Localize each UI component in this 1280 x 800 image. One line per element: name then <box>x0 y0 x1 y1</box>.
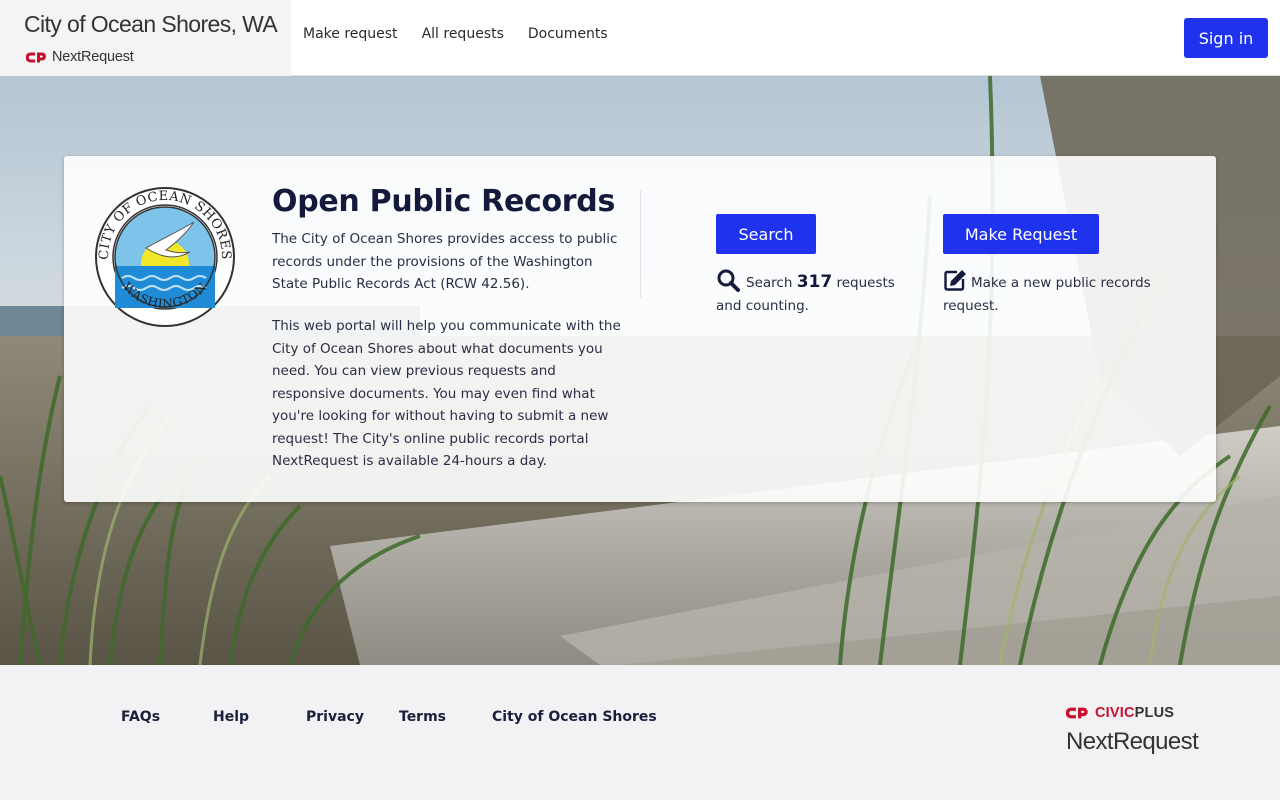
search-text-before: Search <box>746 275 793 291</box>
nav-documents[interactable]: Documents <box>528 26 608 42</box>
make-request-text: Make a new public records request. <box>943 275 1151 314</box>
civicplus-logo-icon <box>1066 707 1088 719</box>
edit-icon <box>944 270 966 291</box>
brand-block[interactable]: City of Ocean Shores, WA NextRequest <box>0 0 291 76</box>
search-icon <box>717 269 740 292</box>
portal-paragraph: This web portal will help you communicat… <box>272 318 621 469</box>
footer-link-faqs[interactable]: FAQs <box>121 709 160 725</box>
brand-sub-label: NextRequest <box>52 49 134 65</box>
sign-in-button[interactable]: Sign in <box>1184 18 1268 58</box>
top-header: City of Ocean Shores, WA NextRequest Mak… <box>0 0 1280 76</box>
search-description: Search 317 requests and counting. <box>716 268 906 317</box>
nextrequest-wordmark: NextRequest <box>1066 728 1199 755</box>
footer: FAQs Help Privacy Terms City of Ocean Sh… <box>0 665 1280 800</box>
civic-word: CIVIC <box>1095 705 1135 721</box>
intro-card: CITY OF OCEAN SHORES WASHINGTON Open Pub… <box>64 156 1216 502</box>
request-count: 317 <box>796 272 833 292</box>
card-divider <box>640 190 641 298</box>
plus-word: PLUS <box>1134 705 1175 721</box>
make-request-description: Make a new public records request. <box>943 268 1173 317</box>
civicplus-logo-icon <box>26 52 46 62</box>
page-title: Open Public Records <box>272 184 616 219</box>
nextrequest-brand: NextRequest <box>26 49 134 65</box>
civicplus-wordmark: CIVICPLUS <box>1095 705 1174 721</box>
civicplus-brand[interactable]: CIVICPLUS <box>1066 705 1174 721</box>
footer-link-terms[interactable]: Terms <box>399 709 446 725</box>
footer-link-privacy[interactable]: Privacy <box>306 709 364 725</box>
nav-make-request[interactable]: Make request <box>303 26 398 42</box>
footer-link-help[interactable]: Help <box>213 709 249 725</box>
footer-link-city[interactable]: City of Ocean Shores <box>492 709 657 725</box>
make-request-button[interactable]: Make Request <box>943 214 1099 254</box>
main-nav: Make request All requests Documents <box>303 26 608 42</box>
site-title[interactable]: City of Ocean Shores, WA <box>24 11 278 38</box>
search-button[interactable]: Search <box>716 214 816 254</box>
nav-all-requests[interactable]: All requests <box>422 26 504 42</box>
intro-paragraph: The City of Ocean Shores provides access… <box>272 231 618 292</box>
city-seal-logo: CITY OF OCEAN SHORES WASHINGTON <box>95 187 235 327</box>
